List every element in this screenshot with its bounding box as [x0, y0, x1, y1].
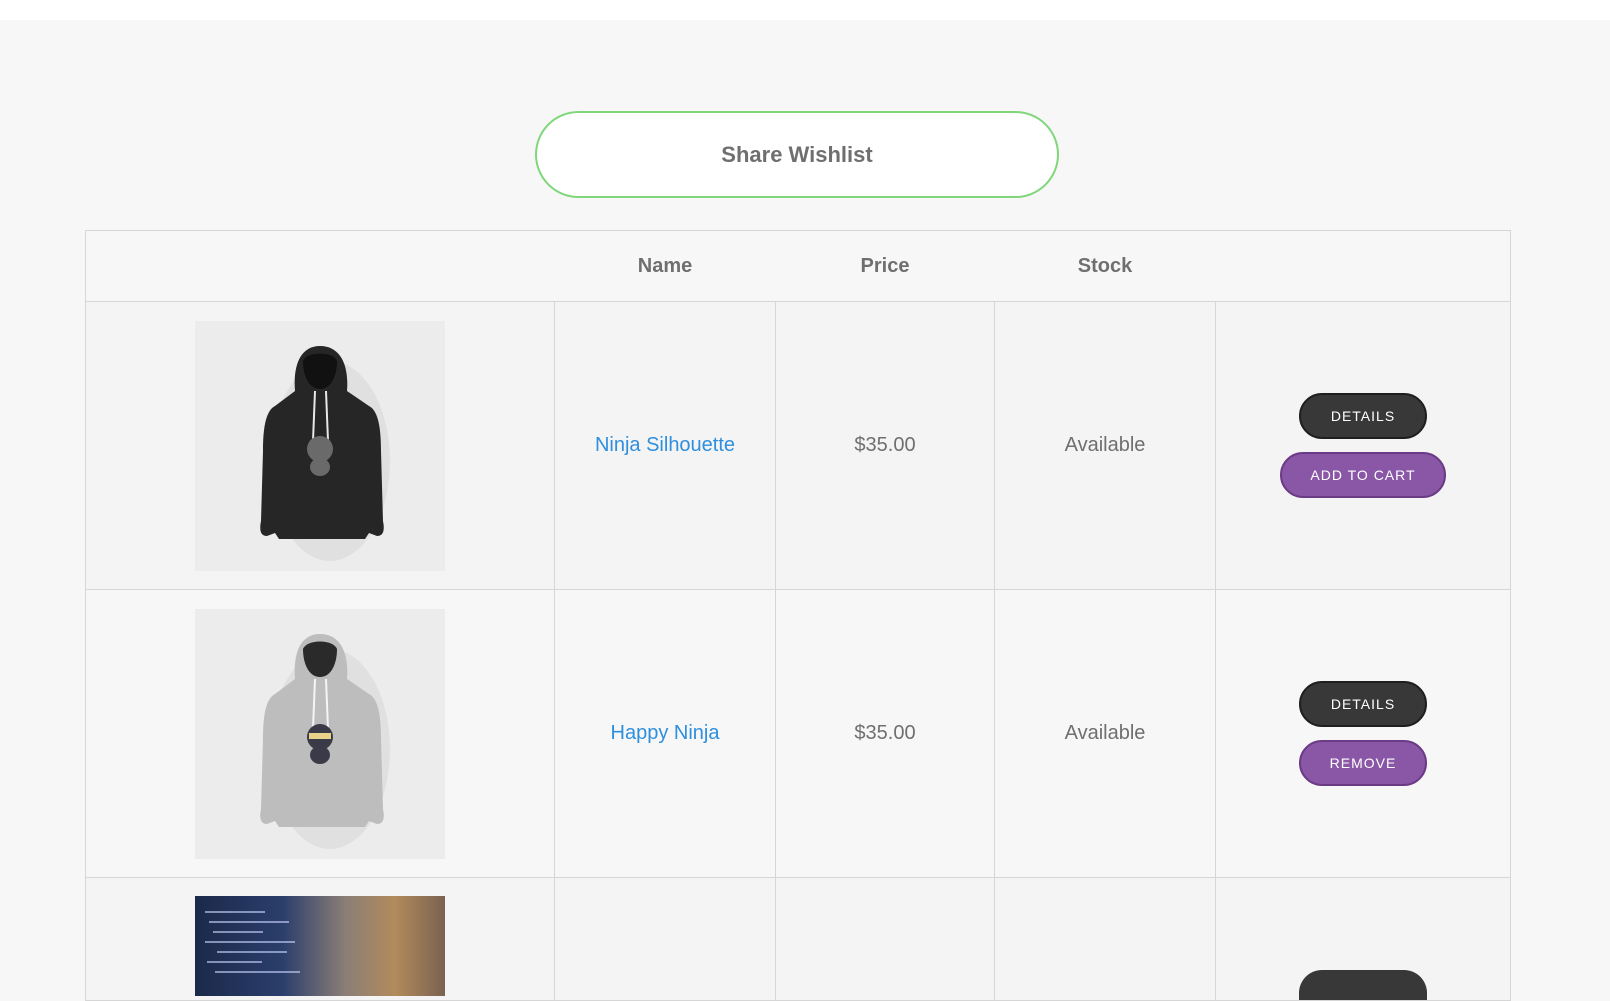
table-header-row: Name Price Stock — [85, 230, 1511, 302]
table-row: Happy Ninja $35.00 Available Details Rem… — [85, 589, 1511, 878]
header-name: Name — [554, 230, 776, 302]
details-button[interactable]: Details — [1299, 393, 1427, 439]
details-button[interactable]: Details — [1299, 681, 1427, 727]
laptop-code-image[interactable] — [195, 896, 445, 996]
product-actions-cell: Details Remove — [1215, 589, 1511, 878]
grey-hoodie-image[interactable] — [195, 608, 445, 859]
product-name-cell — [554, 877, 776, 1001]
product-image-cell — [85, 589, 555, 878]
header-price: Price — [775, 230, 995, 302]
product-stock: Available — [994, 589, 1216, 878]
table-row — [85, 877, 1511, 1001]
product-name-cell: Happy Ninja — [554, 589, 776, 878]
remove-button[interactable]: Remove — [1299, 740, 1427, 786]
black-hoodie-image[interactable] — [195, 320, 445, 571]
product-stock — [994, 877, 1216, 1001]
share-wishlist-button[interactable]: Share Wishlist — [535, 111, 1059, 198]
product-actions-cell: Details Add to cart — [1215, 301, 1511, 590]
top-bar — [0, 0, 1610, 20]
product-image-cell — [85, 301, 555, 590]
product-price: $35.00 — [775, 589, 995, 878]
header-actions — [1215, 230, 1511, 302]
product-actions-cell — [1215, 877, 1511, 1001]
add-to-cart-button[interactable]: Add to cart — [1280, 452, 1446, 498]
product-stock: Available — [994, 301, 1216, 590]
product-image-cell — [85, 877, 555, 1001]
table-row: Ninja Silhouette $35.00 Available Detail… — [85, 301, 1511, 590]
product-price: $35.00 — [775, 301, 995, 590]
wishlist-table: Name Price Stock Ninja Silhouette $35.00… — [85, 230, 1511, 1001]
product-name-link[interactable]: Happy Ninja — [611, 722, 720, 744]
product-price — [775, 877, 995, 1001]
product-name-link[interactable]: Ninja Silhouette — [595, 434, 735, 456]
header-stock: Stock — [994, 230, 1216, 302]
header-image — [85, 230, 555, 302]
product-name-cell: Ninja Silhouette — [554, 301, 776, 590]
details-button[interactable] — [1299, 970, 1427, 1000]
